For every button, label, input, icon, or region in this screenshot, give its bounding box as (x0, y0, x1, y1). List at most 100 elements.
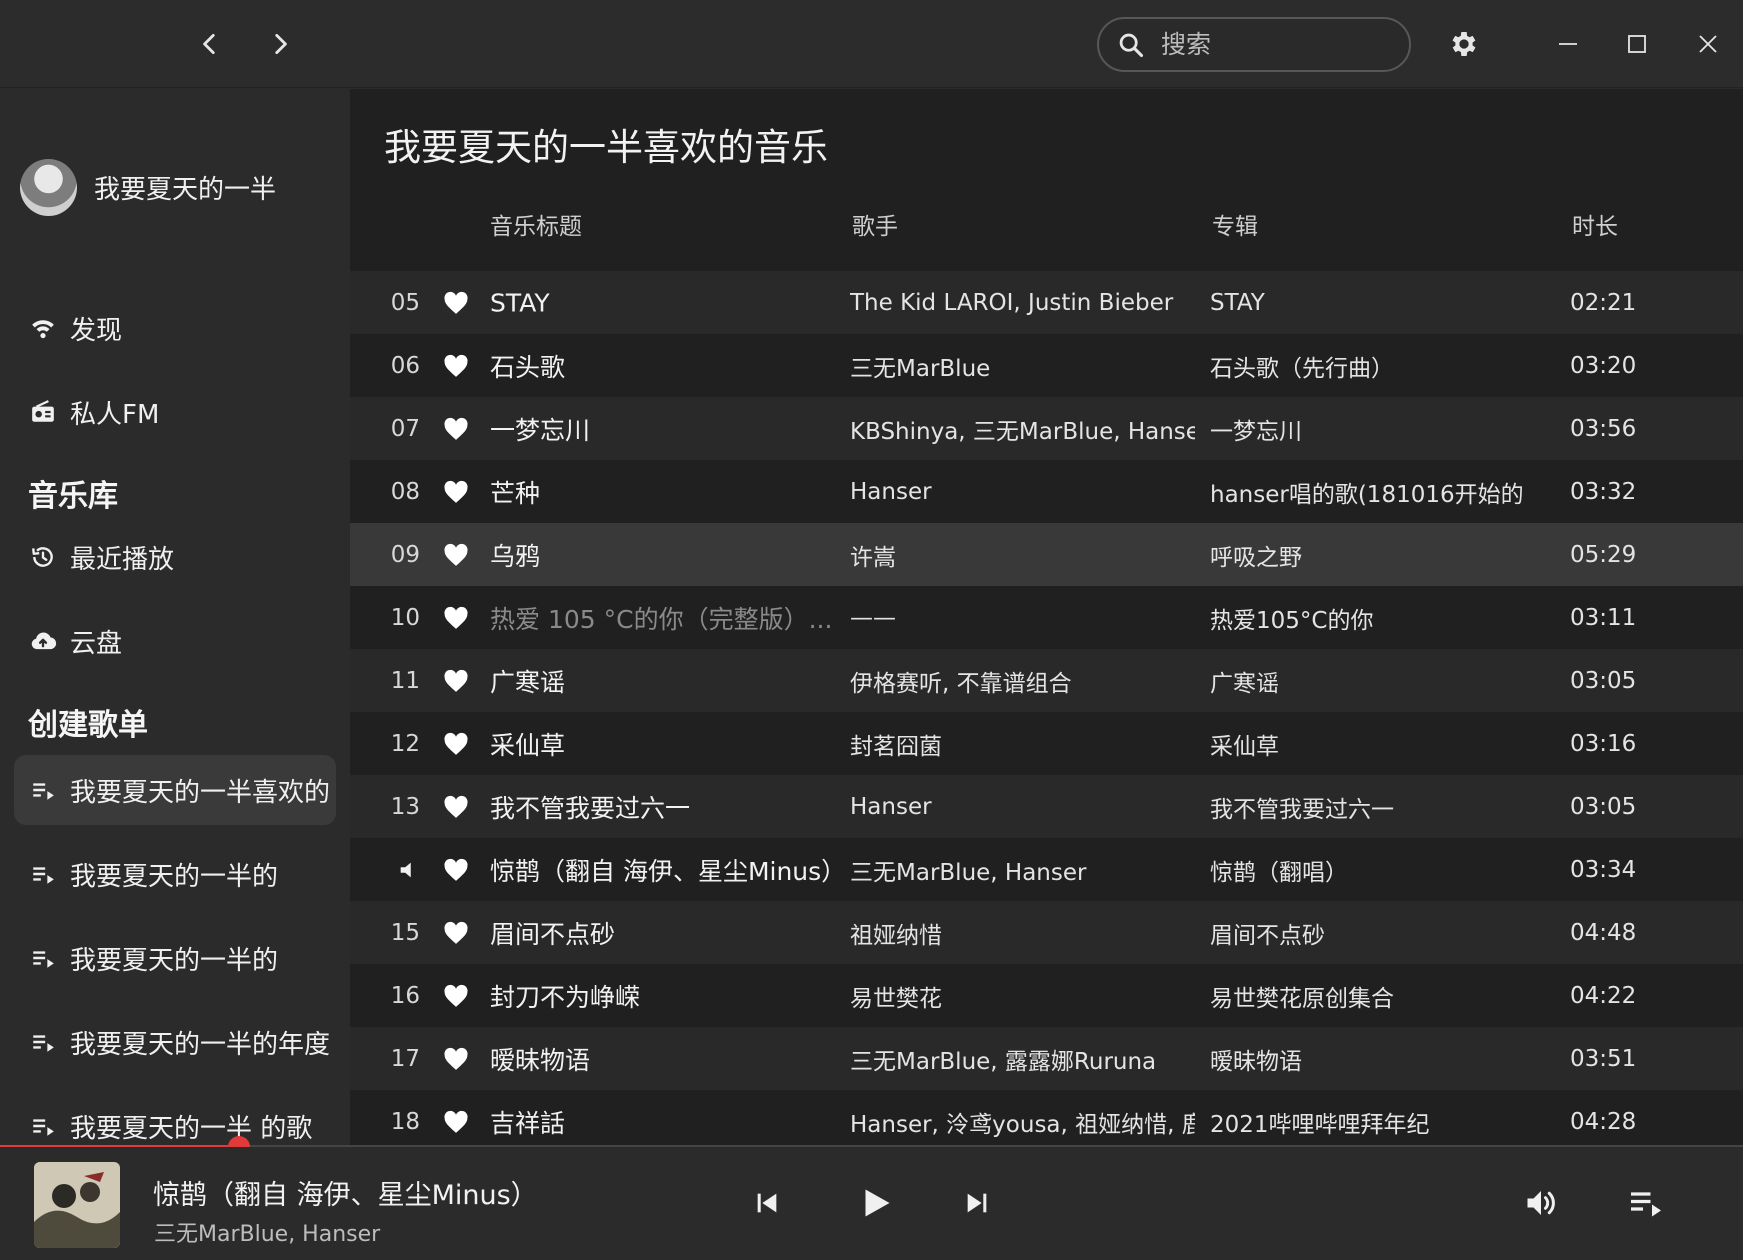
column-header-album[interactable]: 专辑 (1212, 207, 1258, 241)
like-button[interactable] (442, 415, 470, 443)
sidebar-playlist-1[interactable]: 我要夏天的一半喜欢的 (14, 755, 336, 825)
like-button[interactable] (442, 667, 470, 695)
track-row[interactable]: 17 暧昧物语 三无MarBlue, 露露娜Ruruna 暧昧物语 03:51 (350, 1027, 1743, 1090)
sidebar-item-personal-fm[interactable]: 私人FM (14, 377, 336, 447)
search-input[interactable] (1161, 30, 1381, 59)
user-profile[interactable]: 我要夏天的一半 (20, 159, 276, 216)
track-artist[interactable]: Hanser (850, 479, 1195, 505)
track-artist[interactable]: 伊格赛听, 不靠谱组合 (850, 664, 1195, 698)
track-artist[interactable]: 封茗囧菌 (850, 727, 1195, 761)
track-artist[interactable]: Hanser, 泠鸢yousa, 祖娅纳惜, 鹿乃 (850, 1105, 1195, 1139)
discover-icon (28, 313, 58, 343)
search-box[interactable] (1097, 17, 1411, 72)
playlist-icon (28, 775, 58, 805)
track-index: 12 (390, 730, 420, 757)
library-heading: 音乐库 (28, 479, 118, 514)
track-artist[interactable]: 三无MarBlue (850, 349, 1195, 383)
column-header-duration[interactable]: 时长 (1572, 207, 1618, 241)
track-duration: 03:32 (1570, 478, 1637, 505)
track-row[interactable]: 16 封刀不为峥嵘 易世樊花 易世樊花原创集合 04:22 (350, 964, 1743, 1027)
track-duration: 03:34 (1570, 856, 1637, 883)
track-album[interactable]: 热爱105°C的你 (1210, 601, 1540, 635)
track-index: 16 (390, 982, 420, 1009)
column-header-title[interactable]: 音乐标题 (490, 207, 582, 241)
sidebar-playlist-2[interactable]: 我要夏天的一半的 (14, 839, 336, 909)
track-album[interactable]: 石头歌（先行曲） (1210, 349, 1540, 383)
sidebar-item-recent[interactable]: 最近播放 (14, 522, 336, 592)
track-duration: 04:48 (1570, 919, 1637, 946)
album-cover[interactable] (34, 1162, 120, 1248)
sidebar-item-cloud[interactable]: 云盘 (14, 606, 336, 676)
sidebar-playlist-4[interactable]: 我要夏天的一半的年度 (14, 1007, 336, 1077)
track-artist[interactable]: The Kid LAROI, Justin Bieber (850, 290, 1195, 316)
previous-button[interactable] (745, 1181, 789, 1225)
like-button[interactable] (442, 1045, 470, 1073)
like-button[interactable] (442, 982, 470, 1010)
heart-icon (444, 543, 468, 566)
track-row[interactable]: 06 石头歌 三无MarBlue 石头歌（先行曲） 03:20 (350, 334, 1743, 397)
like-button[interactable] (442, 604, 470, 632)
track-row[interactable]: 10 热爱 105 °C的你（完整版）... —— 热爱105°C的你 03:11 (350, 586, 1743, 649)
track-index: 09 (390, 541, 420, 568)
next-button[interactable] (955, 1181, 999, 1225)
like-button[interactable] (442, 541, 470, 569)
track-title: 芒种 (490, 478, 541, 508)
track-row[interactable]: 18 吉祥話 Hanser, 泠鸢yousa, 祖娅纳惜, 鹿乃 2021哔哩哔哩拜年… (350, 1090, 1743, 1147)
track-album[interactable]: 采仙草 (1210, 727, 1540, 761)
track-row[interactable]: 11 广寒谣 伊格赛听, 不靠谱组合 广寒谣 03:05 (350, 649, 1743, 712)
track-artist[interactable]: Hanser (850, 794, 1195, 820)
volume-button[interactable] (1517, 1179, 1565, 1227)
track-album[interactable]: 暧昧物语 (1210, 1042, 1540, 1076)
like-button[interactable] (442, 352, 470, 380)
now-playing-title[interactable]: 惊鹊（翻自 海伊、星尘Minus） (153, 1173, 538, 1212)
minimize-button[interactable] (1548, 24, 1588, 64)
like-button[interactable] (442, 478, 470, 506)
track-album[interactable]: 惊鹊（翻唱） (1210, 853, 1540, 887)
track-album[interactable]: 我不管我要过六一 (1210, 790, 1540, 824)
column-header-artist[interactable]: 歌手 (852, 207, 898, 241)
like-button[interactable] (442, 1108, 470, 1136)
maximize-button[interactable] (1617, 24, 1657, 64)
settings-button[interactable] (1444, 24, 1484, 64)
track-album[interactable]: 眉间不点砂 (1210, 916, 1540, 950)
like-button[interactable] (442, 730, 470, 758)
track-row[interactable]: 15 眉间不点砂 祖娅纳惜 眉间不点砂 04:48 (350, 901, 1743, 964)
track-row[interactable]: 05 STAY The Kid LAROI, Justin Bieber STAY 02… (350, 271, 1743, 334)
track-row[interactable]: 惊鹊（翻自 海伊、星尘Minus） 三无MarBlue, Hanser 惊鹊（翻唱）… (350, 838, 1743, 901)
back-button[interactable] (190, 24, 230, 64)
track-artist[interactable]: —— (850, 605, 1195, 631)
track-artist[interactable]: 易世樊花 (850, 979, 1195, 1013)
playlist-queue-button[interactable] (1622, 1179, 1670, 1227)
track-album[interactable]: STAY (1210, 290, 1540, 316)
track-album[interactable]: hanser唱的歌(181016开始的 (1210, 475, 1540, 509)
track-artist[interactable]: 许嵩 (850, 538, 1195, 572)
track-row[interactable]: 07 一梦忘川 KBShinya, 三无MarBlue, Hanser, ... 一梦… (350, 397, 1743, 460)
track-artist[interactable]: 祖娅纳惜 (850, 916, 1195, 950)
track-row[interactable]: 13 我不管我要过六一 Hanser 我不管我要过六一 03:05 (350, 775, 1743, 838)
forward-button[interactable] (260, 24, 300, 64)
track-row[interactable]: 12 采仙草 封茗囧菌 采仙草 03:16 (350, 712, 1743, 775)
track-artist[interactable]: 三无MarBlue, 露露娜Ruruna (850, 1042, 1195, 1076)
now-playing-artist[interactable]: 三无MarBlue, Hanser (154, 1216, 380, 1248)
track-row[interactable]: 08 芒种 Hanser hanser唱的歌(181016开始的 03:32 (350, 460, 1743, 523)
track-album[interactable]: 2021哔哩哔哩拜年纪 (1210, 1105, 1540, 1139)
track-duration: 04:28 (1570, 1108, 1637, 1135)
track-album[interactable]: 一梦忘川 (1210, 412, 1540, 446)
like-button[interactable] (442, 289, 470, 317)
heart-icon (444, 984, 468, 1007)
track-row[interactable]: 09 乌鸦 许嵩 呼吸之野 05:29 (350, 523, 1743, 586)
heart-icon (444, 1047, 468, 1070)
track-album[interactable]: 呼吸之野 (1210, 538, 1540, 572)
play-button[interactable] (850, 1177, 902, 1229)
like-button[interactable] (442, 856, 470, 884)
user-name: 我要夏天的一半 (94, 175, 277, 205)
track-album[interactable]: 易世樊花原创集合 (1210, 979, 1540, 1013)
track-artist[interactable]: 三无MarBlue, Hanser (850, 853, 1195, 887)
sidebar-item-discover[interactable]: 发现 (14, 293, 336, 363)
track-album[interactable]: 广寒谣 (1210, 664, 1540, 698)
close-button[interactable] (1688, 24, 1728, 64)
track-artist[interactable]: KBShinya, 三无MarBlue, Hanser, ... (850, 412, 1195, 446)
like-button[interactable] (442, 793, 470, 821)
like-button[interactable] (442, 919, 470, 947)
sidebar-playlist-3[interactable]: 我要夏天的一半的 (14, 923, 336, 993)
